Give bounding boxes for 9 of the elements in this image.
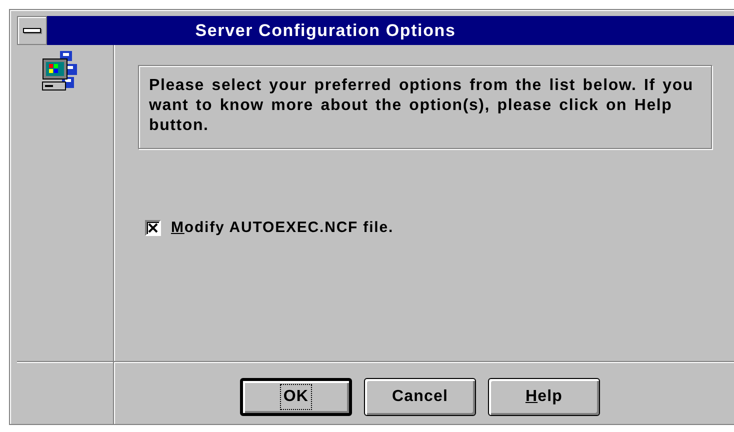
checkbox-label[interactable]: Modify AUTOEXEC.NCF file. — [171, 217, 394, 240]
window-title: Server Configuration Options — [194, 20, 457, 42]
dialog-button[interactable]: Help — [488, 378, 600, 416]
dialog-button[interactable]: Cancel — [364, 378, 476, 416]
system-menu-button[interactable] — [17, 16, 47, 45]
instruction-text: Please select your preferred options from the list below. If you want to know more about the option(s), please click on Help button. — [138, 65, 712, 149]
computer-icon — [42, 51, 78, 91]
checkbox[interactable] — [145, 220, 161, 236]
dialog-button[interactable]: OK — [240, 378, 352, 416]
